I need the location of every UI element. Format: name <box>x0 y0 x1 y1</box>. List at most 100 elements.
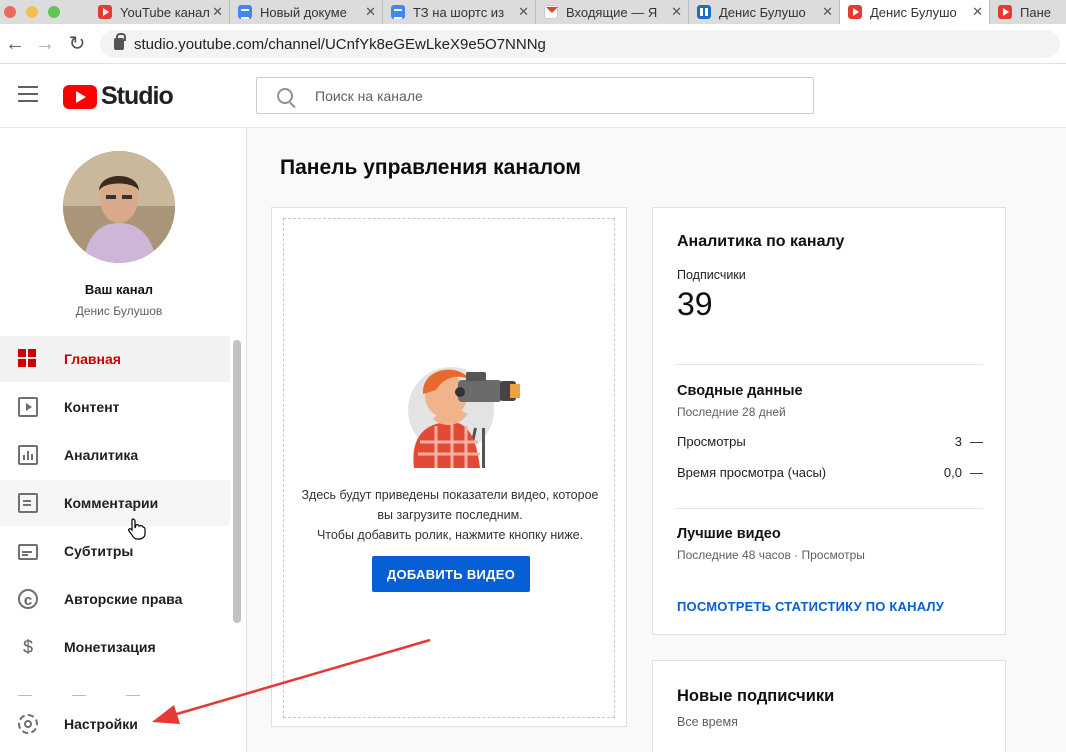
content-icon <box>18 397 38 417</box>
window-controls <box>0 0 90 24</box>
search-box[interactable] <box>256 77 814 114</box>
minimize-window-icon[interactable] <box>26 6 38 18</box>
upload-hint-line: Здесь будут приведены показатели видео, … <box>301 488 599 502</box>
sidebar-item-subtitles[interactable]: Субтитры <box>0 528 230 574</box>
upload-hint-line: Чтобы добавить ролик, нажмите кнопку ниж… <box>316 528 584 542</box>
sidebar-item-settings[interactable]: Настройки <box>0 701 230 747</box>
upload-card: Здесь будут приведены показатели видео, … <box>271 207 627 727</box>
upload-hint: Здесь будут приведены показатели видео, … <box>284 485 616 545</box>
sidebar-item-copyright[interactable]: c Авторские права <box>0 576 230 622</box>
analytics-title: Аналитика по каналу <box>677 233 845 250</box>
hand-cursor-icon <box>128 518 146 540</box>
sidebar-item-label: Авторские права <box>64 591 183 607</box>
sidebar-item-label: Монетизация <box>64 639 156 655</box>
arrow-left-icon[interactable]: ← <box>4 32 26 56</box>
trello-favicon-icon <box>697 5 711 19</box>
tab-close-icon[interactable]: ✕ <box>365 4 376 20</box>
lock-icon <box>114 33 126 50</box>
avatar[interactable] <box>63 151 175 263</box>
monetization-icon: $ <box>22 637 33 657</box>
sidebar-item-content[interactable]: Контент <box>0 384 230 430</box>
sidebar-item-label: Субтитры <box>64 543 134 559</box>
tab-label: Входящие — Я <box>566 4 658 20</box>
arrow-right-icon[interactable]: → <box>34 32 56 56</box>
tab-label: ТЗ на шортс из <box>413 4 505 20</box>
studio-header: Studio <box>0 64 1066 128</box>
tab-close-icon[interactable]: ✕ <box>518 4 529 20</box>
tab-close-icon[interactable]: ✕ <box>671 4 682 20</box>
sidebar-item-dashboard[interactable]: Главная <box>0 336 230 382</box>
reload-icon[interactable]: ↻ <box>66 32 88 56</box>
browser-tab[interactable]: YouTube канал ✕ <box>90 0 230 24</box>
search-icon <box>277 87 293 104</box>
studio-logo[interactable]: Studio <box>63 82 174 111</box>
divider <box>677 508 983 509</box>
sidebar-item-analytics[interactable]: Аналитика <box>0 432 230 478</box>
new-subscribers-title: Новые подписчики <box>677 687 835 705</box>
upload-hint-line: вы загрузите последним. <box>377 508 523 522</box>
tab-label: YouTube канал <box>120 4 210 20</box>
tab-close-icon[interactable]: ✕ <box>212 4 223 20</box>
hidden-nav-item <box>18 686 218 696</box>
sidebar-item-label: Комментарии <box>64 495 159 511</box>
sidebar-scrollbar[interactable] <box>233 340 241 623</box>
view-channel-analytics-link[interactable]: ПОСМОТРЕТЬ СТАТИСТИКУ ПО КАНАЛУ <box>677 599 944 614</box>
top-videos-title: Лучшие видео <box>677 526 781 542</box>
copyright-icon: c <box>18 589 38 609</box>
browser-tab[interactable]: ТЗ на шортс из ✕ <box>383 0 536 24</box>
metric-value: 0,0 <box>943 465 962 480</box>
browser-tab[interactable]: Входящие — Я ✕ <box>536 0 689 24</box>
docs-favicon-icon <box>391 5 405 19</box>
summary-title: Сводные данные <box>677 383 803 399</box>
summary-period: Последние 28 дней <box>677 405 786 419</box>
metric-row: Просмотры 3 — <box>677 434 983 449</box>
new-subscribers-card: Новые подписчики Все время <box>652 660 1006 752</box>
youtube-favicon-icon <box>98 5 112 19</box>
metric-trend: — <box>970 434 983 449</box>
url-field[interactable]: studio.youtube.com/channel/UCnfYk8eGEwLk… <box>100 30 1060 58</box>
menu-icon[interactable] <box>18 86 38 106</box>
comments-icon <box>18 493 38 513</box>
channel-owner: Денис Булушов <box>75 304 163 318</box>
tab-label: Денис Булушо <box>719 4 806 20</box>
sidebar-item-comments[interactable]: Комментарии <box>0 480 230 526</box>
dashboard-icon <box>18 349 38 369</box>
browser-tab[interactable]: Денис Булушо ✕ <box>689 0 840 24</box>
maximize-window-icon[interactable] <box>48 6 60 18</box>
subscribers-label: Подписчики <box>677 268 746 282</box>
tab-close-icon[interactable]: ✕ <box>822 4 833 20</box>
browser-tabstrip: YouTube канал ✕ Новый докуме ✕ ТЗ на шор… <box>0 0 1066 24</box>
camera-person-illustration <box>408 367 520 468</box>
add-video-button[interactable]: ДОБАВИТЬ ВИДЕО <box>372 556 530 592</box>
tab-close-icon[interactable]: ✕ <box>972 4 983 20</box>
divider <box>677 364 983 365</box>
new-subscribers-period: Все время <box>677 715 738 729</box>
close-window-icon[interactable] <box>4 6 16 18</box>
tab-label: Новый докуме <box>260 4 347 20</box>
sidebar-item-monetization[interactable]: $ Монетизация <box>0 624 230 670</box>
metric-label: Просмотры <box>677 434 746 449</box>
metric-row: Время просмотра (часы) 0,0 — <box>677 465 983 480</box>
browser-tab[interactable]: Новый докуме ✕ <box>230 0 383 24</box>
mail-favicon-icon <box>544 5 558 19</box>
docs-favicon-icon <box>238 5 252 19</box>
browser-tab-active[interactable]: Денис Булушо ✕ <box>840 0 990 24</box>
upload-drop-area: Здесь будут приведены показатели видео, … <box>283 218 615 718</box>
logo-text: Studio <box>101 82 174 110</box>
youtube-play-icon <box>63 84 97 109</box>
sidebar-item-label: Контент <box>64 399 120 415</box>
avatar-photo <box>63 151 175 263</box>
channel-label: Ваш канал <box>84 282 154 297</box>
address-bar-row: ← → ↻ studio.youtube.com/channel/UCnfYk8… <box>0 24 1066 64</box>
metric-value: 3 <box>954 434 962 449</box>
settings-icon <box>18 714 38 734</box>
page-title: Панель управления каналом <box>280 156 581 179</box>
browser-tab[interactable]: Пане <box>990 0 1066 24</box>
analytics-icon <box>18 445 38 465</box>
metric-label: Время просмотра (часы) <box>677 465 827 480</box>
subtitles-icon <box>18 544 38 560</box>
tab-label: Пане <box>1020 4 1051 20</box>
search-input[interactable] <box>315 87 795 104</box>
subscribers-count: 39 <box>677 286 713 322</box>
sidebar-item-label: Настройки <box>64 716 138 732</box>
